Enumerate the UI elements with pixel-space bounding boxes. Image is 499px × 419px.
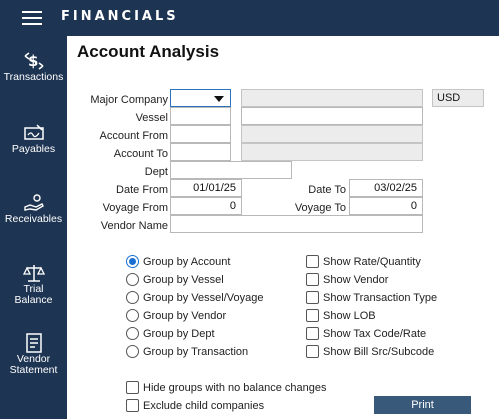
account-from-label: Account From [99, 130, 168, 142]
date-to-input[interactable]: 03/02/25 [349, 179, 423, 197]
sidebar: $ Transactions Payables Receivables Tria… [0, 36, 67, 419]
sidebar-item-label: Trial Balance [14, 283, 53, 306]
page-title: Account Analysis [77, 42, 220, 61]
print-button[interactable]: Print [374, 396, 471, 414]
account-to-input[interactable] [170, 143, 231, 161]
checkbox-show-bill-src-subcode[interactable]: Show Bill Src/Subcode [306, 345, 434, 358]
radio-group-by-account[interactable]: Group by Account [126, 255, 230, 268]
vendor-name-input[interactable] [170, 215, 423, 233]
hand-coin-icon [23, 194, 44, 211]
balance-scale-icon [22, 265, 45, 282]
sidebar-item-label: Vendor Statement [9, 353, 58, 376]
checkbox-hide-groups-no-balance[interactable]: Hide groups with no balance changes [126, 381, 326, 394]
sidebar-item-trial-balance[interactable]: Trial Balance [0, 262, 67, 306]
sidebar-item-label: Receivables [4, 213, 63, 225]
sidebar-item-label: Transactions [3, 71, 64, 83]
account-from-input[interactable] [170, 125, 231, 143]
checkbox-icon [306, 255, 319, 268]
main-content: Account Analysis Major Company USD Vesse… [67, 36, 499, 419]
sidebar-item-label: Payables [11, 143, 56, 155]
sidebar-item-receivables[interactable]: Receivables [0, 192, 67, 225]
checkbox-icon [306, 327, 319, 340]
radio-empty-icon [126, 309, 139, 322]
major-company-name-field [241, 89, 423, 107]
checkbox-icon [306, 309, 319, 322]
radio-group-by-vendor[interactable]: Group by Vendor [126, 309, 226, 322]
checkbox-icon [306, 291, 319, 304]
voyage-to-input[interactable]: 0 [349, 197, 423, 215]
chevron-down-icon [214, 96, 224, 102]
checkbox-show-rate-quantity[interactable]: Show Rate/Quantity [306, 255, 421, 268]
account-to-name-field [241, 143, 423, 161]
svg-text:$: $ [28, 52, 38, 70]
top-bar: FINANCIALS [0, 0, 499, 36]
vessel-label: Vessel [135, 112, 168, 124]
checkbox-show-transaction-type[interactable]: Show Transaction Type [306, 291, 437, 304]
voyage-from-input[interactable]: 0 [170, 197, 242, 215]
radio-group-by-transaction[interactable]: Group by Transaction [126, 345, 248, 358]
checkbox-icon [306, 345, 319, 358]
voyage-from-label: Voyage From [102, 202, 168, 214]
checkbox-show-vendor[interactable]: Show Vendor [306, 273, 388, 286]
date-from-label: Date From [116, 184, 168, 196]
sidebar-item-payables[interactable]: Payables [0, 122, 67, 155]
vessel-input[interactable] [170, 107, 231, 125]
radio-group-by-vessel-voyage[interactable]: Group by Vessel/Voyage [126, 291, 263, 304]
checkbox-icon [306, 273, 319, 286]
date-to-label: Date To [308, 184, 346, 196]
radio-group-by-vessel[interactable]: Group by Vessel [126, 273, 224, 286]
vendor-name-label: Vendor Name [100, 220, 168, 232]
check-signature-icon [23, 124, 44, 140]
account-to-label: Account To [113, 148, 168, 160]
dept-input[interactable] [170, 161, 292, 179]
app-title: FINANCIALS [61, 9, 179, 24]
sidebar-item-vendor-statement[interactable]: Vendor Statement [0, 332, 67, 376]
major-company-select[interactable] [170, 89, 231, 107]
vessel-name-field [241, 107, 423, 125]
dept-label: Dept [144, 166, 168, 178]
voyage-to-label: Voyage To [294, 202, 346, 214]
checkbox-icon [126, 399, 139, 412]
hamburger-menu-icon[interactable] [22, 11, 42, 25]
date-from-input[interactable]: 01/01/25 [170, 179, 242, 197]
checkbox-show-lob[interactable]: Show LOB [306, 309, 376, 322]
dollar-transfer-icon: $ [24, 52, 43, 70]
radio-empty-icon [126, 291, 139, 304]
radio-empty-icon [126, 345, 139, 358]
radio-group-by-dept[interactable]: Group by Dept [126, 327, 215, 340]
checkbox-show-tax-code-rate[interactable]: Show Tax Code/Rate [306, 327, 426, 340]
radio-selected-icon [126, 255, 139, 268]
account-from-name-field [241, 125, 423, 143]
radio-empty-icon [126, 327, 139, 340]
statement-document-icon [25, 333, 42, 353]
checkbox-exclude-child-companies[interactable]: Exclude child companies [126, 399, 264, 412]
radio-empty-icon [126, 273, 139, 286]
checkbox-icon [126, 381, 139, 394]
major-company-label: Major Company [90, 94, 168, 106]
sidebar-item-transactions[interactable]: $ Transactions [0, 50, 67, 83]
currency-field: USD [432, 89, 484, 107]
